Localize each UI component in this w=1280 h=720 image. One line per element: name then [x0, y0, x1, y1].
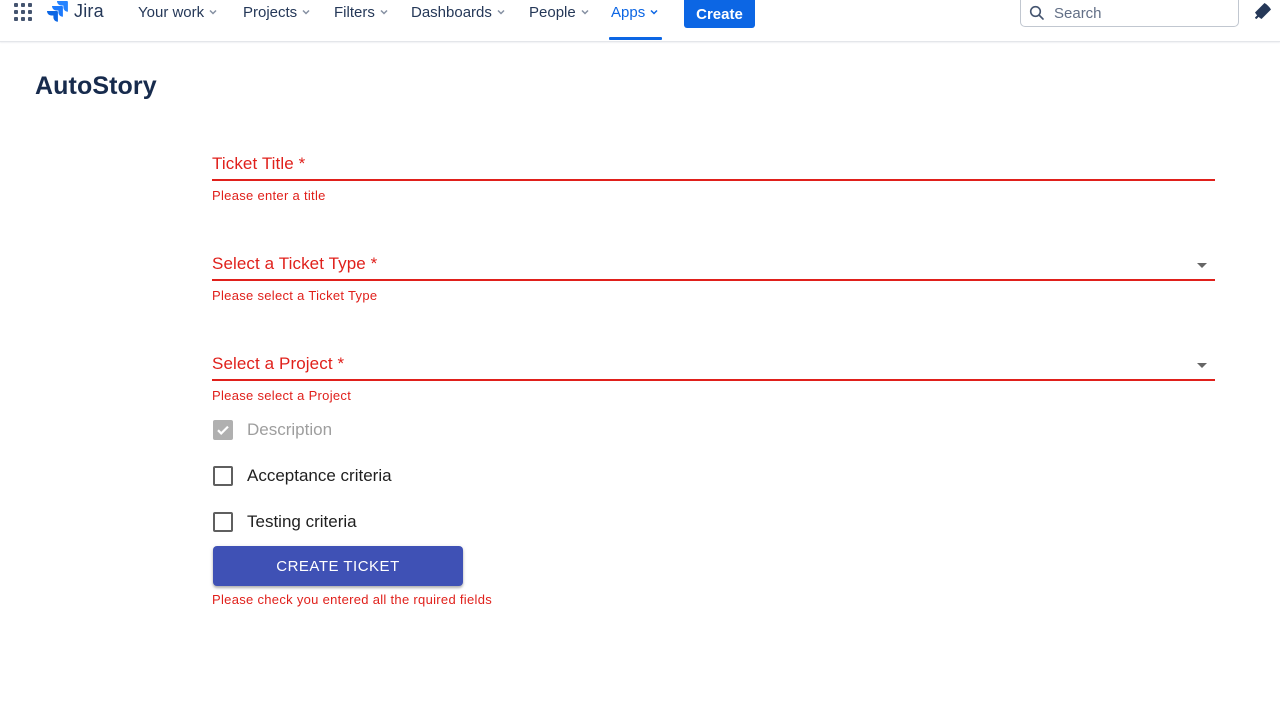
active-nav-indicator [609, 37, 662, 40]
search-input[interactable] [1054, 4, 1214, 22]
ticket-type-error: Please select a Ticket Type [212, 288, 378, 303]
nav-projects[interactable]: Projects [243, 0, 311, 24]
nav-label: Apps [611, 3, 646, 21]
description-label: Description [247, 420, 333, 439]
description-checkbox[interactable] [213, 420, 233, 440]
testing-criteria-label: Testing criteria [247, 512, 357, 531]
ticket-title-field[interactable]: Ticket Title * Please enter a title [212, 154, 1215, 206]
search-icon [1029, 5, 1044, 20]
acceptance-criteria-label: Acceptance criteria [247, 466, 392, 485]
chevron-down-icon [302, 9, 310, 15]
project-error: Please select a Project [212, 388, 352, 403]
nav-label: Dashboards [411, 3, 492, 21]
dropdown-arrow-icon[interactable] [1197, 263, 1207, 268]
acceptance-criteria-checkbox[interactable] [213, 466, 233, 486]
logo-text: Jira [74, 0, 104, 21]
ticket-type-label: Select a Ticket Type * [212, 254, 378, 273]
page-title: AutoStory [35, 72, 157, 100]
create-ticket-button[interactable]: CREATE TICKET [213, 546, 463, 586]
submit-error-message: Please check you entered all the rquired… [212, 592, 493, 607]
checkmark-icon [217, 425, 229, 435]
nav-label: Your work [138, 3, 205, 21]
dropdown-arrow-icon[interactable] [1197, 363, 1207, 368]
chevron-down-icon [497, 9, 505, 15]
description-option[interactable]: Description [213, 420, 332, 440]
nav-dashboards[interactable]: Dashboards [411, 0, 506, 24]
top-navigation: Jira Your work Projects Filters Dashboar… [0, 0, 1280, 42]
nav-label: Filters [334, 3, 375, 21]
bell-icon [1255, 3, 1271, 19]
ticket-title-error: Please enter a title [212, 188, 326, 203]
nav-your-work[interactable]: Your work [138, 0, 218, 24]
chevron-down-icon [209, 9, 217, 15]
notifications-bell-icon[interactable] [1252, 0, 1274, 22]
nav-label: People [529, 3, 576, 21]
app-switcher-icon[interactable] [14, 3, 34, 21]
chevron-down-icon [380, 9, 388, 15]
create-button[interactable]: Create [684, 0, 755, 28]
ticket-title-label: Ticket Title * [212, 154, 306, 173]
chevron-down-icon [581, 9, 589, 15]
nav-label: Projects [243, 3, 298, 21]
chevron-down-icon [650, 9, 658, 15]
project-underline [212, 379, 1215, 381]
nav-people[interactable]: People [529, 0, 590, 24]
ticket-title-underline [212, 179, 1215, 181]
project-select[interactable]: Select a Project * Please select a Proje… [212, 354, 1215, 406]
ticket-type-underline [212, 279, 1215, 281]
nav-apps[interactable]: Apps [611, 0, 659, 24]
jira-logo-icon [47, 1, 68, 22]
nav-filters[interactable]: Filters [334, 0, 389, 24]
testing-criteria-option[interactable]: Testing criteria [213, 512, 357, 532]
jira-logo[interactable]: Jira [46, 0, 104, 22]
search-box[interactable] [1020, 0, 1239, 27]
testing-criteria-checkbox[interactable] [213, 512, 233, 532]
ticket-type-select[interactable]: Select a Ticket Type * Please select a T… [212, 254, 1215, 306]
acceptance-criteria-option[interactable]: Acceptance criteria [213, 466, 392, 486]
project-label: Select a Project * [212, 354, 345, 373]
